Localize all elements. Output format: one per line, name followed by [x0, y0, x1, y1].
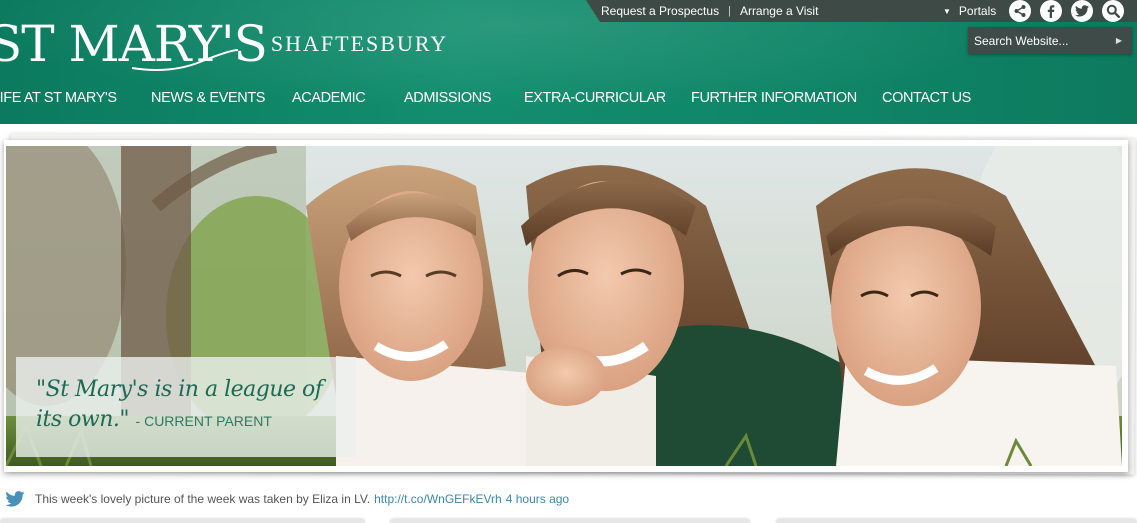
- testimonial-quote: "St Mary's is in a league of its own." -…: [16, 357, 356, 457]
- content-panel-edge: [390, 519, 750, 523]
- nav-item-life-at-st-marys[interactable]: LIFE AT ST MARY'S: [0, 86, 117, 110]
- main-navigation: LIFE AT ST MARY'S NEWS & EVENTS ACADEMIC…: [0, 86, 1137, 110]
- quote-attribution: - CURRENT PARENT: [135, 413, 272, 429]
- nav-item-further-information[interactable]: FURTHER INFORMATION: [691, 86, 857, 110]
- content-panel-edge: [776, 519, 1137, 523]
- logo-wordmark: ST MARY'S: [0, 15, 268, 73]
- facebook-icon[interactable]: [1040, 0, 1062, 22]
- school-logo[interactable]: ST MARY'S SHAFTESBURY: [0, 8, 448, 72]
- nav-item-contact-us[interactable]: CONTACT US: [882, 86, 971, 110]
- utility-separator: |: [728, 5, 731, 17]
- nav-item-news-events[interactable]: NEWS & EVENTS: [151, 86, 265, 110]
- twitter-icon[interactable]: [1071, 0, 1093, 22]
- arrange-visit-link[interactable]: Arrange a Visit: [740, 4, 819, 18]
- content-panel-edge: [0, 519, 365, 523]
- utility-bar: Request a Prospectus | Arrange a Visit ▼…: [586, 0, 1137, 22]
- quote-text-block: "St Mary's is in a league of its own." -…: [36, 375, 338, 436]
- share-icon[interactable]: [1009, 0, 1031, 22]
- portals-label: Portals: [958, 4, 997, 18]
- nav-item-admissions[interactable]: ADMISSIONS: [404, 86, 491, 110]
- caret-right-icon: ▶: [1115, 36, 1122, 45]
- portals-dropdown[interactable]: ▼ Portals: [943, 0, 996, 22]
- request-prospectus-link[interactable]: Request a Prospectus: [601, 4, 719, 18]
- tweet-link[interactable]: http://t.co/WnGEFkEVrh: [374, 492, 502, 506]
- tweet-timestamp[interactable]: 4 hours ago: [506, 492, 569, 506]
- nav-item-extra-curricular[interactable]: EXTRA-CURRICULAR: [524, 86, 666, 110]
- latest-tweet: This week's lovely picture of the week w…: [5, 489, 569, 509]
- logo-location: SHAFTESBURY: [270, 31, 449, 56]
- nav-item-academic[interactable]: ACADEMIC: [292, 86, 366, 110]
- tweet-text: This week's lovely picture of the week w…: [35, 492, 371, 506]
- caret-down-icon: ▼: [943, 6, 951, 16]
- search-input[interactable]: Search Website... ▶: [968, 27, 1132, 54]
- search-placeholder: Search Website...: [974, 33, 1069, 48]
- content-panels-edge: [0, 515, 1137, 523]
- twitter-bird-icon: [5, 491, 25, 507]
- search-icon[interactable]: [1102, 0, 1124, 22]
